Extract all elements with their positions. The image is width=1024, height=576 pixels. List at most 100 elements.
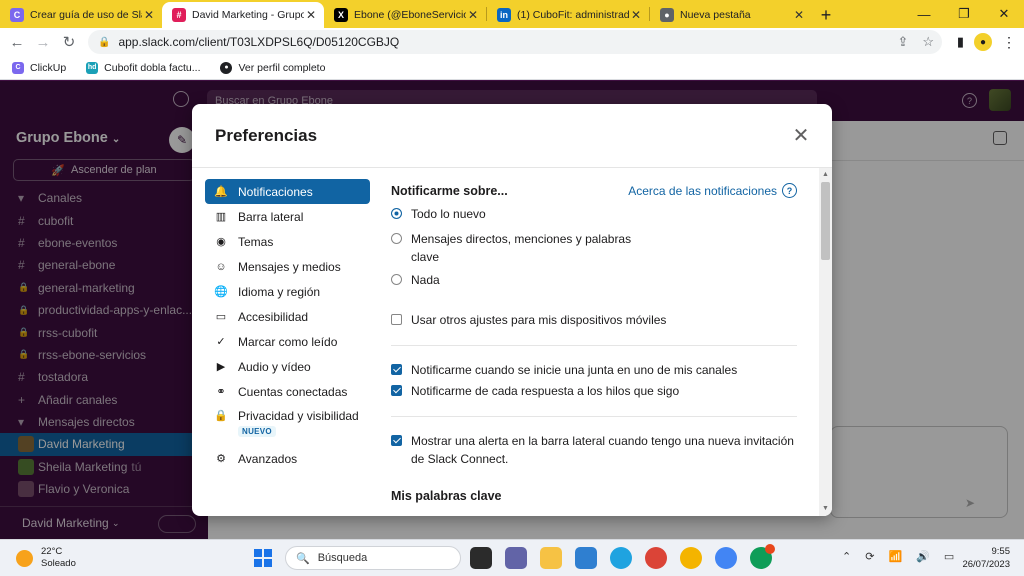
thread-reply-checkbox[interactable]: Notificarme de cada respuesta a los hilo… bbox=[391, 382, 679, 400]
pref-nav-link[interactable]: ⚭ Cuentas conectadas bbox=[205, 379, 370, 404]
checkbox[interactable] bbox=[391, 435, 402, 446]
system-clock[interactable]: 9:55 26/07/2023 bbox=[962, 545, 1010, 571]
reload-icon[interactable]: ↻ bbox=[56, 29, 82, 55]
linkedin-icon: in bbox=[497, 8, 511, 22]
preferences-nav: 🔔 Notificaciones ▥ Barra lateral ◉ Temas ☺ Mens… bbox=[205, 179, 370, 471]
pref-nav-message[interactable]: ☺ Mensajes y medios bbox=[205, 254, 370, 279]
forward-arrow-icon[interactable]: → bbox=[30, 29, 56, 55]
checkbox[interactable] bbox=[391, 364, 402, 375]
battery-icon[interactable]: ▭ bbox=[944, 550, 954, 563]
close-window-icon[interactable]: ✕ bbox=[984, 0, 1024, 28]
browser-tab[interactable]: # David Marketing - Grupo ✕ bbox=[162, 2, 324, 28]
teams-icon[interactable] bbox=[505, 547, 527, 569]
star-icon[interactable]: ☆ bbox=[922, 34, 934, 50]
wifi-icon[interactable]: 📶 bbox=[888, 550, 902, 563]
pref-nav-bell[interactable]: 🔔 Notificaciones bbox=[205, 179, 370, 204]
back-arrow-icon[interactable]: ← bbox=[4, 29, 30, 55]
pref-nav-lock[interactable]: 🔒 Privacidad y visibilidad NUEVO bbox=[205, 404, 370, 446]
scrollbar-thumb[interactable] bbox=[821, 182, 830, 260]
side-panel-icon[interactable]: ▮ bbox=[957, 34, 964, 50]
bookmark-item[interactable]: C ClickUp bbox=[12, 61, 66, 74]
pref-nav-check-circle[interactable]: ✓ Marcar como leído bbox=[205, 329, 370, 354]
pref-nav-video[interactable]: ▶ Audio y vídeo bbox=[205, 354, 370, 379]
mobile-settings-checkbox[interactable]: Usar otros ajustes para mis dispositivos… bbox=[391, 311, 666, 329]
clickup-icon: C bbox=[12, 61, 24, 74]
browser-tab[interactable]: X Ebone (@EboneServicios) ✕ bbox=[324, 2, 486, 28]
pref-nav-eye[interactable]: ◉ Temas bbox=[205, 229, 370, 254]
start-button[interactable] bbox=[254, 549, 272, 567]
edge-icon[interactable] bbox=[610, 547, 632, 569]
lock-icon: 🔒 bbox=[98, 36, 111, 48]
pref-nav-gear[interactable]: ⚙ Avanzados bbox=[205, 446, 370, 471]
minimize-icon[interactable]: — bbox=[904, 0, 944, 28]
profile-avatar[interactable]: ● bbox=[974, 33, 992, 51]
tab-close-icon[interactable]: ✕ bbox=[466, 8, 480, 22]
tab-close-icon[interactable]: ✕ bbox=[304, 8, 318, 22]
chrome-profile-icon[interactable] bbox=[680, 547, 702, 569]
scroll-up-icon[interactable]: ▲ bbox=[822, 171, 829, 178]
check-circle-icon: ✓ bbox=[216, 336, 226, 348]
lock-icon: 🔒 bbox=[214, 410, 228, 422]
tab-close-icon[interactable]: ✕ bbox=[629, 8, 643, 22]
checkbox[interactable] bbox=[391, 385, 402, 396]
search-icon: 🔍 bbox=[296, 552, 310, 565]
chrome-profile-2-icon[interactable] bbox=[715, 547, 737, 569]
bookmarks-bar: C ClickUp hd Cubofit dobla factu... ● Ver per… bbox=[0, 56, 1024, 80]
new-tab-button[interactable]: + bbox=[812, 2, 840, 28]
restore-icon[interactable]: ❐ bbox=[944, 0, 984, 28]
new-badge: NUEVO bbox=[238, 426, 276, 437]
section-divider bbox=[391, 416, 797, 417]
tab-close-icon[interactable]: ✕ bbox=[142, 8, 156, 22]
browser-tab[interactable]: ● Nueva pestaña ✕ bbox=[650, 2, 812, 28]
gear-icon: ⚙ bbox=[216, 453, 226, 465]
section-divider bbox=[391, 345, 797, 346]
hd-icon: hd bbox=[86, 61, 99, 74]
radio-all-new[interactable]: Todo lo nuevo bbox=[391, 205, 486, 223]
bookmark-item[interactable]: hd Cubofit dobla factu... bbox=[86, 61, 200, 74]
bookmark-item[interactable]: ● Ver perfil completo bbox=[220, 61, 325, 74]
radio-button[interactable] bbox=[391, 274, 402, 285]
help-circle-icon: ? bbox=[782, 183, 797, 198]
file-explorer-icon[interactable] bbox=[540, 547, 562, 569]
address-bar[interactable]: 🔒 app.slack.com/client/T03LXDPSL6Q/D0512… bbox=[88, 30, 942, 54]
close-icon[interactable]: ✕ bbox=[790, 125, 812, 147]
radio-button[interactable] bbox=[391, 208, 402, 219]
menu-kebab-icon[interactable]: ⋮ bbox=[1002, 34, 1016, 51]
modal-title: Preferencias bbox=[215, 126, 318, 145]
preferences-modal: Preferencias ✕ 🔔 Notificaciones ▥ Barra lat… bbox=[192, 104, 832, 516]
modal-scrollbar[interactable]: ▲ ▼ bbox=[819, 168, 832, 516]
link-icon: ⚭ bbox=[216, 386, 226, 398]
notification-badge bbox=[765, 544, 775, 554]
tab-close-icon[interactable]: ✕ bbox=[792, 8, 806, 22]
sync-icon[interactable]: ⟳ bbox=[865, 550, 874, 563]
radio-dm-mentions[interactable]: Mensajes directos, menciones y palabras … bbox=[391, 230, 641, 266]
pref-nav-sidebar[interactable]: ▥ Barra lateral bbox=[205, 204, 370, 229]
radio-nothing[interactable]: Nada bbox=[391, 271, 440, 289]
bell-icon: 🔔 bbox=[214, 186, 228, 198]
radio-button[interactable] bbox=[391, 233, 402, 244]
slack-icon: # bbox=[172, 8, 186, 22]
task-view-icon[interactable] bbox=[470, 547, 492, 569]
clickup-icon: C bbox=[10, 8, 24, 22]
globe-icon: ● bbox=[220, 61, 233, 74]
huddle-notify-checkbox[interactable]: Notificarme cuando se inicie una junta e… bbox=[391, 361, 737, 379]
pref-nav-globe[interactable]: 🌐 Idioma y región bbox=[205, 279, 370, 304]
browser-tab[interactable]: C Crear guía de uso de Slac ✕ bbox=[0, 2, 162, 28]
chevron-up-icon[interactable]: ⌃ bbox=[842, 550, 851, 563]
chrome-icon[interactable] bbox=[645, 547, 667, 569]
taskbar-search-input[interactable]: 🔍 Búsqueda bbox=[285, 546, 461, 570]
volume-icon[interactable]: 🔊 bbox=[916, 550, 930, 563]
slack-connect-alert-checkbox[interactable]: Mostrar una alerta en la barra lateral c… bbox=[391, 432, 797, 468]
checkbox[interactable] bbox=[391, 314, 402, 325]
weather-widget[interactable]: 22°C Soleado bbox=[16, 546, 76, 570]
about-notifications-link[interactable]: Acerca de las notificaciones ? bbox=[628, 183, 797, 198]
chrome-profile-3-icon[interactable] bbox=[750, 544, 775, 569]
tab-title: Crear guía de uso de Slac bbox=[30, 9, 142, 21]
browser-tab[interactable]: in (1) CuboFit: administrado ✕ bbox=[487, 2, 649, 28]
learn-app-icon[interactable] bbox=[575, 547, 597, 569]
share-icon[interactable]: ⇪ bbox=[897, 34, 908, 50]
pref-nav-laptop[interactable]: ▭ Accesibilidad bbox=[205, 304, 370, 329]
tab-title: (1) CuboFit: administrado bbox=[517, 9, 629, 21]
system-tray: ⌃ ⟳ 📶 🔊 ▭ bbox=[842, 550, 954, 563]
scroll-down-icon[interactable]: ▼ bbox=[822, 505, 829, 512]
